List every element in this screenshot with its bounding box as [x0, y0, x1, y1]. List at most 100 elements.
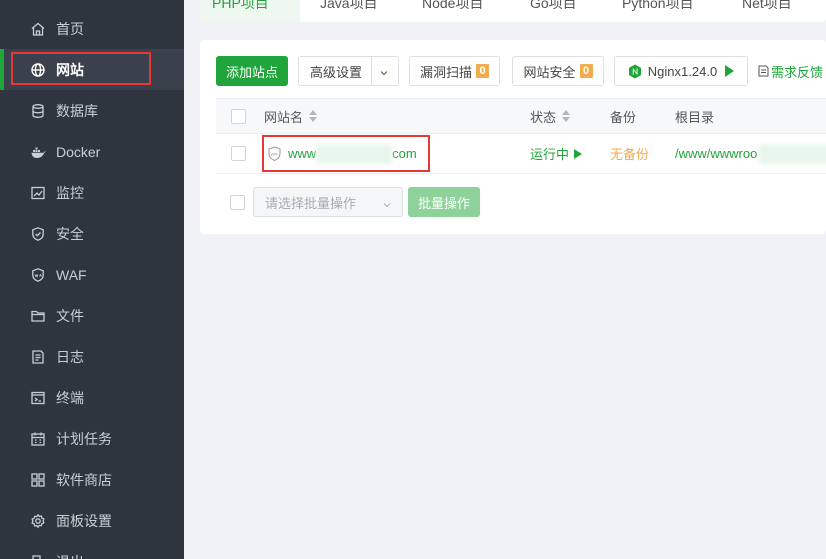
add-site-button[interactable]: 添加站点 [216, 56, 288, 86]
sidebar-item-database[interactable]: 数据库 [0, 90, 184, 131]
add-site-label: 添加站点 [225, 64, 278, 80]
site-status-cell[interactable]: 运行中 [530, 134, 583, 173]
chevron-down-icon [382, 198, 392, 213]
vuln-scan-label: 漏洞扫描 [419, 64, 472, 80]
sidebar-item-logout[interactable]: 退出 [0, 541, 184, 559]
feedback-doc-icon [758, 65, 769, 77]
batch-select-checkbox[interactable] [230, 195, 245, 210]
column-header-status-label: 状态 [530, 109, 557, 125]
nginx-status-button[interactable]: Nginx1.24.0 [614, 56, 748, 86]
sort-icon [562, 110, 571, 122]
sidebar-item-label: 终端 [56, 389, 84, 406]
sidebar-item-logs[interactable]: 日志 [0, 336, 184, 377]
batch-operation-placeholder: 请选择批量操作 [265, 195, 357, 211]
row-checkbox[interactable] [231, 146, 246, 161]
advanced-settings-label: 高级设置 [310, 64, 363, 80]
column-header-name-label: 网站名 [264, 109, 304, 125]
sidebar-item-app-store[interactable]: 软件商店 [0, 459, 184, 500]
sidebar-item-website[interactable]: 网站 [0, 49, 184, 90]
advanced-settings-button[interactable]: 高级设置 [298, 56, 399, 86]
tab-net[interactable]: Net项目 [730, 0, 804, 22]
tab-php[interactable]: PHP项目 [200, 0, 300, 22]
play-icon [725, 65, 735, 77]
sidebar-item-cron[interactable]: 计划任务 [0, 418, 184, 459]
site-list-card: 添加站点 高级设置 漏洞扫描 0 网站安全 0 Nginx1.24.0 需求反馈… [200, 40, 826, 234]
home-icon [30, 21, 46, 37]
site-root-cell[interactable]: /www/wwwroo [675, 134, 826, 173]
column-header-name[interactable]: 网站名 [264, 99, 318, 133]
sidebar-item-label: 文件 [56, 307, 84, 324]
sidebar-item-label: Docker [56, 143, 101, 160]
select-all-checkbox[interactable] [231, 109, 246, 124]
vuln-scan-button[interactable]: 漏洞扫描 0 [409, 56, 500, 86]
project-tabs: PHP项目 Java项目 Node项目 Go项目 Python项目 Net项目 [200, 0, 826, 22]
tab-node[interactable]: Node项目 [410, 0, 495, 22]
site-name-cell[interactable]: WAF www com [267, 134, 417, 173]
sidebar-item-label: 数据库 [56, 102, 98, 119]
nginx-version-label: Nginx1.24.0 [647, 63, 718, 79]
batch-operation-label: 批量操作 [417, 195, 470, 211]
feedback-link[interactable]: 需求反馈 [758, 56, 823, 86]
nginx-icon [628, 64, 642, 79]
column-header-status[interactable]: 状态 [530, 99, 571, 133]
sort-icon [309, 110, 318, 122]
apps-icon [30, 472, 46, 488]
svg-text:WAF: WAF [271, 152, 279, 156]
column-header-backup-label: 备份 [610, 109, 637, 125]
chevron-down-icon[interactable] [379, 66, 389, 81]
sidebar-item-label: 计划任务 [56, 430, 112, 447]
table-header: 网站名 状态 备份 根目录 [216, 98, 826, 134]
sidebar: 首页 网站 数据库 Docker 监控 安全 WAF 文件 日志 终端 计划任务… [0, 0, 184, 559]
waf-shield-icon [30, 267, 46, 283]
site-security-button[interactable]: 网站安全 0 [512, 56, 604, 86]
folder-icon [30, 308, 46, 324]
gear-icon [30, 513, 46, 529]
sidebar-item-security[interactable]: 安全 [0, 213, 184, 254]
site-status-label: 运行中 [530, 147, 570, 162]
site-root-path: /www/wwwroo [675, 146, 758, 161]
shield-icon [30, 226, 46, 242]
sidebar-item-label: 监控 [56, 184, 84, 201]
sidebar-item-label: 日志 [56, 348, 84, 365]
docker-icon [30, 144, 46, 160]
globe-icon [30, 62, 46, 78]
sidebar-item-monitor[interactable]: 监控 [0, 172, 184, 213]
sidebar-item-docker[interactable]: Docker [0, 131, 184, 172]
monitor-chart-icon [30, 185, 46, 201]
site-name-suffix: com [392, 146, 417, 161]
sidebar-item-label: WAF [56, 266, 87, 283]
sidebar-item-home[interactable]: 首页 [0, 8, 184, 49]
sidebar-item-label: 软件商店 [56, 471, 112, 488]
sidebar-item-label: 面板设置 [56, 512, 112, 529]
site-security-count-badge: 0 [579, 64, 593, 78]
logout-icon [30, 554, 46, 559]
vuln-scan-count-badge: 0 [476, 64, 489, 78]
site-backup-cell[interactable]: 无备份 [610, 134, 649, 173]
column-header-root-label: 根目录 [675, 109, 715, 125]
tab-java[interactable]: Java项目 [308, 0, 390, 22]
tab-go[interactable]: Go项目 [518, 0, 589, 22]
batch-operation-button[interactable]: 批量操作 [408, 187, 480, 217]
feedback-label: 需求反馈 [771, 64, 824, 80]
site-security-label: 网站安全 [523, 64, 576, 80]
dropdown-divider [371, 57, 372, 85]
sidebar-item-waf[interactable]: WAF [0, 254, 184, 295]
table-row: WAF www com 运行中 无备份 /www/wwwroo [216, 134, 826, 174]
sidebar-item-label: 退出 [56, 552, 84, 559]
sidebar-item-terminal[interactable]: 终端 [0, 377, 184, 418]
sidebar-item-panel-settings[interactable]: 面板设置 [0, 500, 184, 541]
column-header-root: 根目录 [675, 99, 714, 133]
site-name-prefix: www [288, 146, 317, 161]
sidebar-item-files[interactable]: 文件 [0, 295, 184, 336]
batch-operation-select[interactable]: 请选择批量操作 [253, 187, 403, 217]
tab-python[interactable]: Python项目 [610, 0, 706, 22]
sidebar-menu: 首页 网站 数据库 Docker 监控 安全 WAF 文件 日志 终端 计划任务… [0, 8, 184, 559]
site-backup-label: 无备份 [610, 147, 650, 162]
play-icon [574, 148, 583, 159]
terminal-icon [30, 390, 46, 406]
log-icon [30, 349, 46, 365]
waf-shield-icon: WAF [267, 145, 282, 162]
calendar-icon [30, 431, 46, 447]
sidebar-item-label: 安全 [56, 225, 84, 242]
sidebar-item-label: 网站 [56, 61, 84, 78]
